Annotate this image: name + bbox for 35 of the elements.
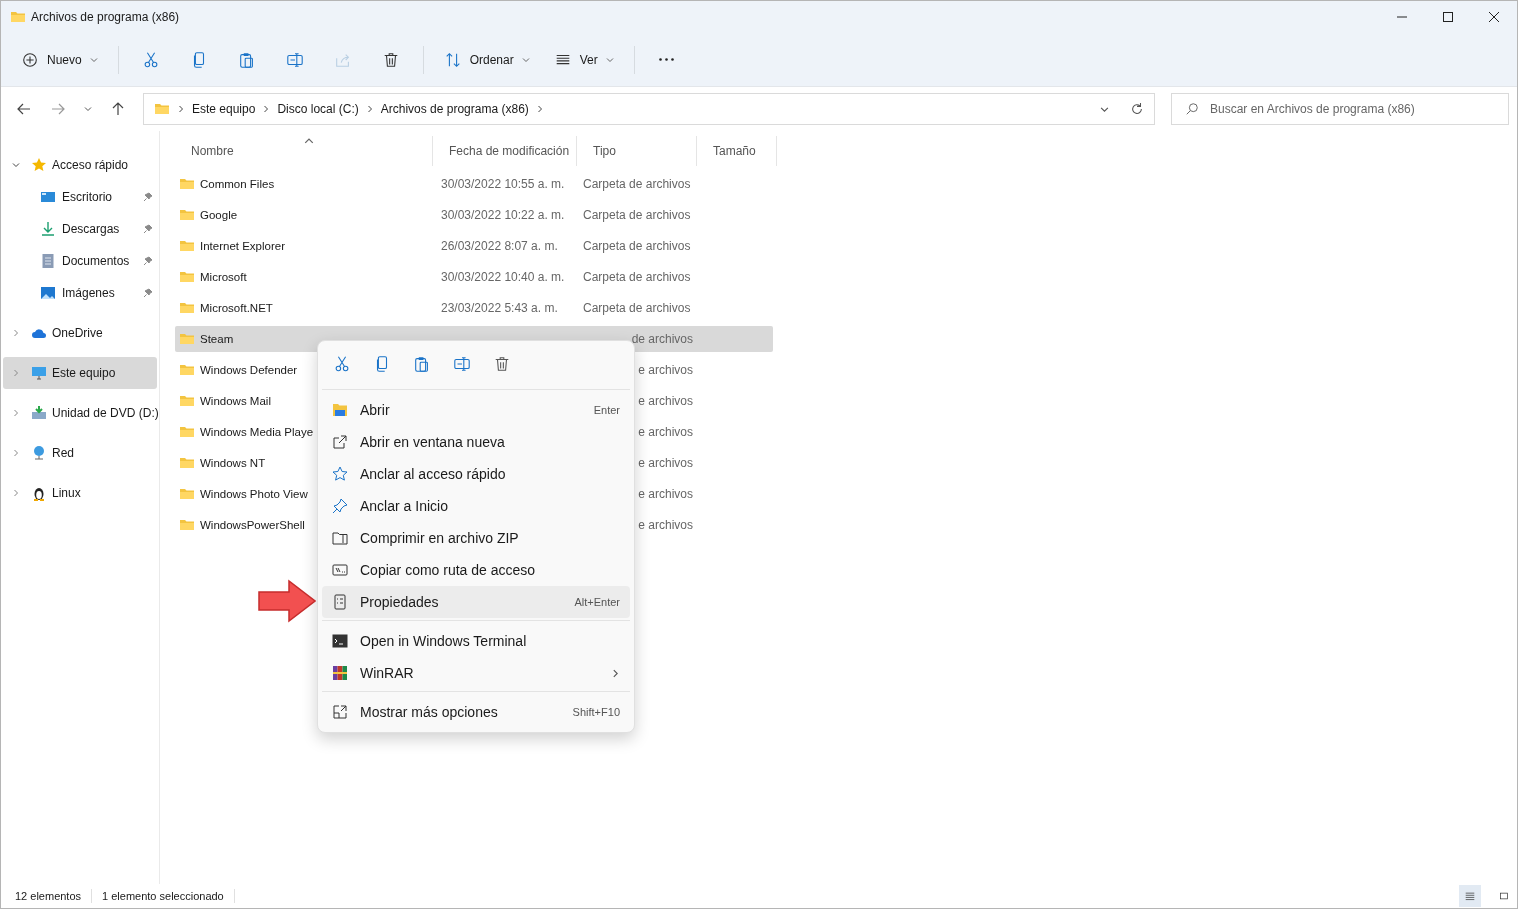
file-name: Windows Defender [200,364,298,376]
file-name: Microsoft.NET [200,302,273,314]
file-type: e archivos [638,394,693,408]
file-type: e archivos [638,518,693,532]
file-name: Windows NT [200,457,266,469]
modified-date: 30/03/2022 10:55 a. m. [441,177,565,191]
modified-date: 23/03/2022 5:43 a. m. [441,301,558,315]
file-type: Carpeta de archivos [583,270,691,284]
file-name: Windows Photo View [200,488,308,500]
file-type: e archivos [638,425,693,439]
file-type: Carpeta de archivos [583,239,691,253]
file-type: Carpeta de archivos [583,208,691,222]
file-type: Carpeta de archivos [583,301,691,315]
file-name: Internet Explorer [200,240,285,252]
file-name: Google [200,209,238,221]
file-type: de archivos [631,332,693,346]
file-name: Common Files [200,178,275,190]
file-name: Windows Mail [200,395,271,407]
file-name: Steam [200,333,234,345]
selection-count: 1 elemento seleccionado [102,890,224,902]
item-count: 12 elementos [15,890,82,902]
file-type: e archivos [638,456,693,470]
file-name: WindowsPowerShell [200,519,305,531]
file-name: Microsoft [200,271,247,283]
file-name: Windows Media Playe [200,426,314,438]
modified-date: 26/03/2022 8:07 a. m. [441,239,558,253]
window-title: Archivos de programa (x86) [31,10,180,24]
modified-date: 30/03/2022 10:22 a. m. [441,208,565,222]
shortcut-text: Enter [593,404,620,416]
shortcut-text: Shift+F10 [572,706,620,718]
file-type: Carpeta de archivos [583,177,691,191]
modified-date: 30/03/2022 10:40 a. m. [441,270,565,284]
file-type: e archivos [638,363,693,377]
shortcut-text: Alt+Enter [574,596,620,608]
file-type: e archivos [638,487,693,501]
